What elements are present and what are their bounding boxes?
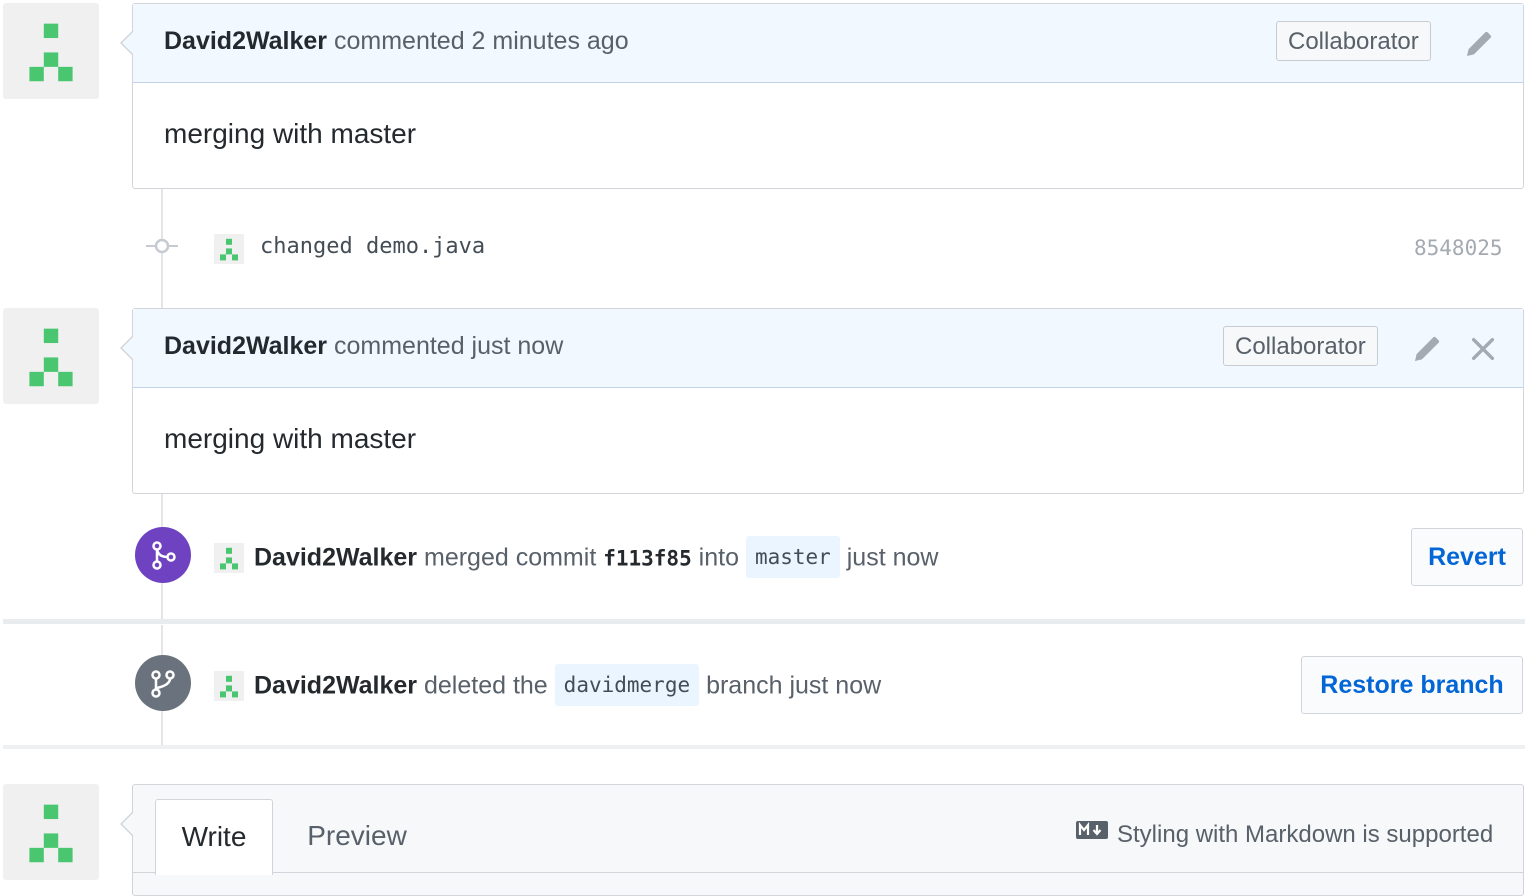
comment-text: merging with master [164,423,417,454]
delete-text: deleted the [417,671,555,700]
comment-meta: David2Walker commented 2 minutes ago [164,27,629,56]
avatar[interactable] [3,308,99,404]
markdown-icon [1075,819,1109,847]
markdown-help[interactable]: Styling with Markdown is supported [1075,819,1493,850]
identicon-icon [29,23,73,82]
identicon-icon [29,804,73,863]
branch-deleted-badge [135,655,191,711]
pencil-icon[interactable] [1463,28,1495,60]
comment-pointer [122,812,134,836]
merge-text: merged commit [417,543,604,572]
merge-badge [135,527,191,583]
commit-sha[interactable]: 8548025 [1414,236,1503,260]
merge-author[interactable]: David2Walker [254,544,417,572]
commit-author-avatar[interactable] [214,234,244,264]
timeline-divider [3,745,1525,749]
tab-preview[interactable]: Preview [305,799,409,873]
comment-header: David2Walker commented 2 minutes ago Col… [133,4,1523,83]
git-branch-icon [151,670,175,698]
comment-timestamp[interactable]: commented just now [327,332,563,360]
comment-author[interactable]: David2Walker [164,27,327,55]
delete-event-text: David2Walker deleted the davidmerge bran… [254,664,882,708]
identicon-icon [29,328,73,387]
merge-timestamp[interactable]: just now [847,544,939,572]
comment-text: merging with master [164,118,417,149]
comment-box: David2Walker commented just now Collabor… [120,308,1524,494]
comment-author[interactable]: David2Walker [164,332,327,360]
comment-body: merging with master [133,388,1523,492]
pencil-icon[interactable] [1411,333,1443,365]
markdown-note[interactable]: Styling with Markdown is supported [1117,821,1493,848]
git-merge-icon [152,541,176,570]
new-comment-form: Write Preview Styling with Markdown is s… [120,784,1524,896]
restore-branch-button[interactable]: Restore branch [1301,656,1523,714]
timeline-divider [3,619,1525,624]
merge-event-text: David2Walker merged commit f113f85 into … [254,536,939,580]
delete-author[interactable]: David2Walker [254,672,417,700]
delete-author-avatar[interactable] [214,671,244,701]
comment-meta: David2Walker commented just now [164,332,563,361]
tab-write[interactable]: Write [155,799,273,875]
comment-header: David2Walker commented just now Collabor… [133,309,1523,388]
merge-text: into [691,543,746,572]
delete-timestamp: branch just now [706,671,882,700]
close-icon[interactable] [1467,333,1499,365]
commit-node-icon [146,236,178,256]
avatar[interactable] [3,3,99,99]
commit-message[interactable]: changed demo.java [260,234,485,259]
merge-commit-sha[interactable]: f113f85 [603,547,692,571]
revert-button[interactable]: Revert [1411,528,1523,586]
comment-box: David2Walker commented 2 minutes ago Col… [120,3,1524,189]
comment-body: merging with master [133,83,1523,187]
current-user-avatar[interactable] [3,784,99,880]
merge-author-avatar[interactable] [214,543,244,573]
target-branch-label[interactable]: master [745,536,840,578]
collaborator-badge: Collaborator [1223,326,1378,366]
deleted-branch-label: davidmerge [554,664,700,706]
collaborator-badge: Collaborator [1276,21,1431,61]
comment-timestamp[interactable]: commented 2 minutes ago [327,27,629,55]
